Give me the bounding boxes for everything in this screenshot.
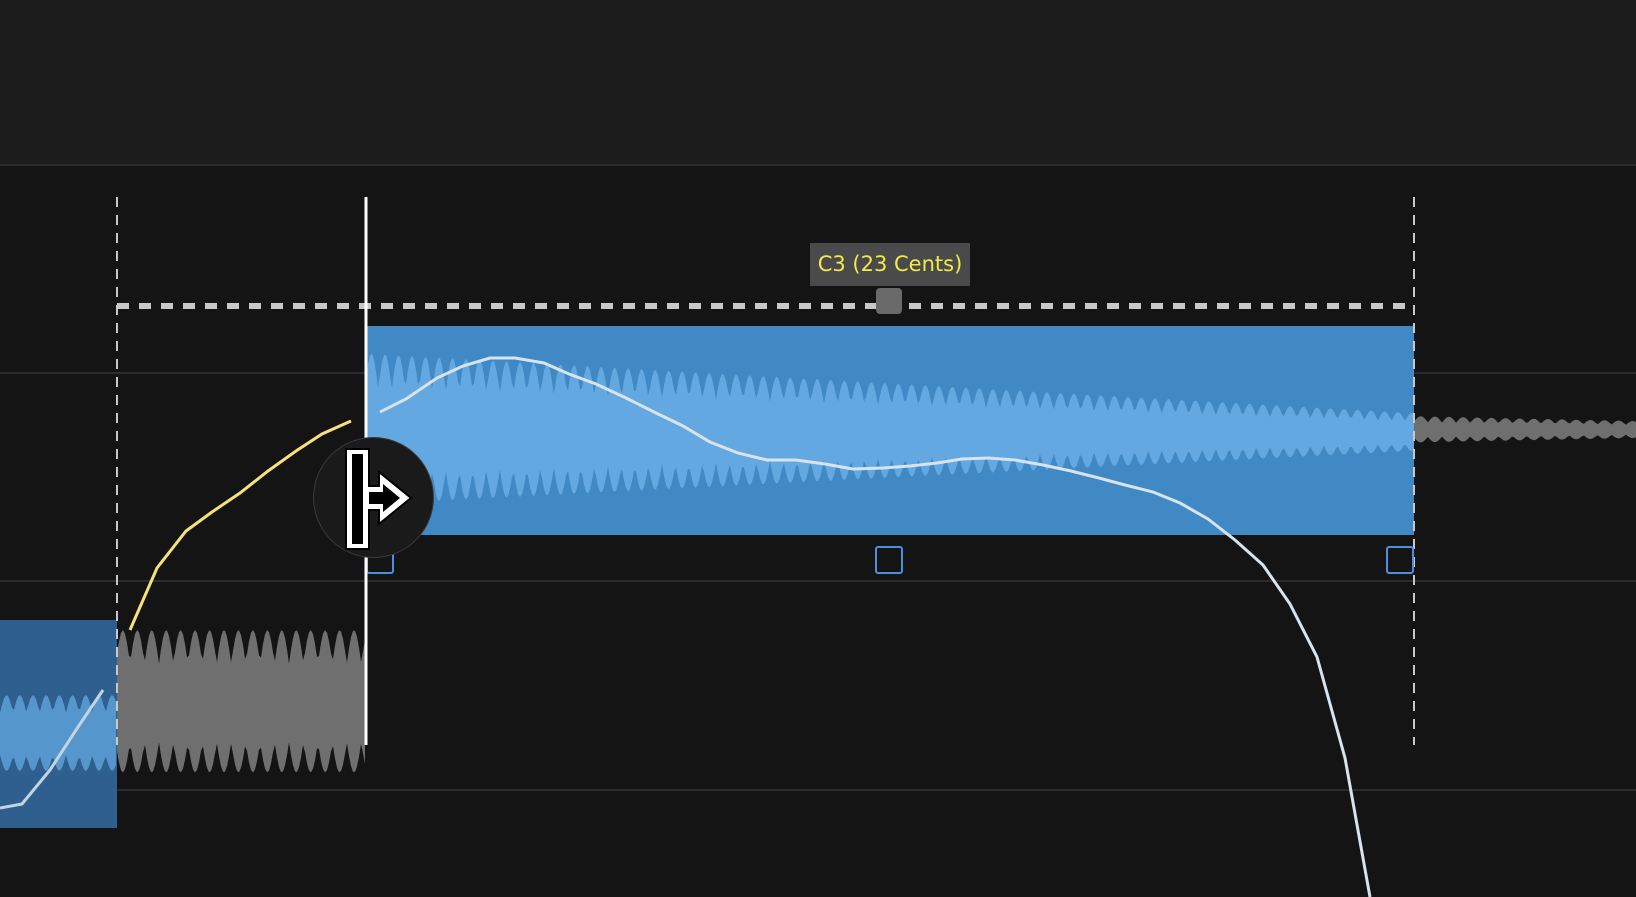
pitch-label: C3 (23 Cents) [810,243,970,286]
waveform-shape [117,630,365,773]
split-tool-icon [345,448,413,550]
note-center-handle[interactable] [875,546,903,574]
pitch-editor[interactable]: C3 (23 Cents) [0,0,1636,897]
note-canvas[interactable] [0,0,1636,897]
unselected-waveform [117,630,365,773]
pitch-drag-handle[interactable] [876,288,902,314]
waveform-shape [1414,416,1636,443]
trailing-waveform [1414,416,1636,443]
note-end-handle[interactable] [1386,546,1414,574]
cursor-badge [313,437,434,558]
